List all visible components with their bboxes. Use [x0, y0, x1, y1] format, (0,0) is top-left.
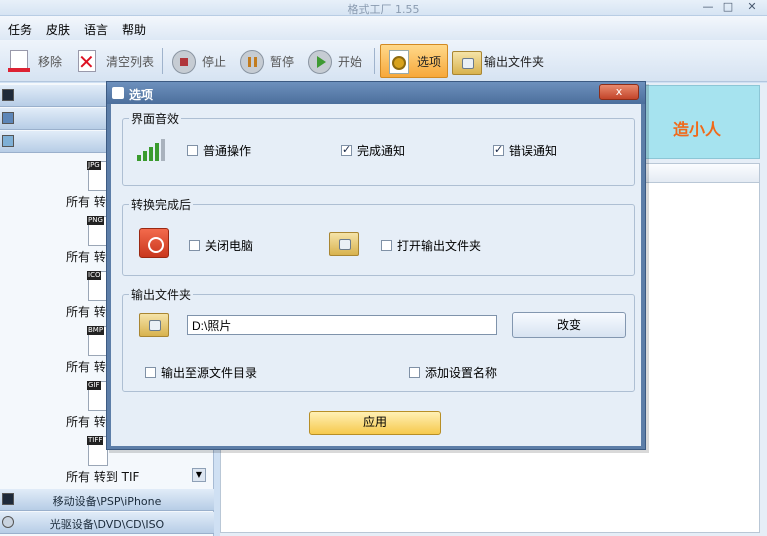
add-setting-name-label: 添加设置名称	[425, 366, 498, 380]
normal-op-label: 普通操作	[203, 144, 252, 158]
change-folder-button[interactable]: 改变	[512, 312, 626, 338]
format-label: 所有 转	[66, 250, 106, 264]
clear-list-label: 清空列表	[106, 54, 155, 69]
chevron-down-icon[interactable]: ▼	[192, 468, 206, 482]
stop-icon	[170, 46, 198, 76]
sound-group-title: 界面音效	[129, 110, 182, 127]
format-label: 所有 转到 TIF	[66, 470, 140, 484]
tiff-file-icon: TIFF	[87, 436, 108, 466]
folder-icon	[329, 232, 359, 256]
sound-group: 界面音效 普通操作 完成通知 错误通知	[122, 110, 635, 186]
output-to-source-checkbox[interactable]: 输出至源文件目录	[145, 364, 257, 381]
format-label: 所有 转	[66, 305, 106, 319]
open-folder-box[interactable]	[381, 240, 392, 251]
folder-icon	[452, 46, 482, 76]
remove-icon	[6, 46, 34, 76]
volume-icon	[137, 139, 167, 161]
dialog-body: 界面音效 普通操作 完成通知 错误通知 转换完成后 关闭电脑	[111, 104, 641, 446]
output-folder-label: 输出文件夹	[484, 54, 545, 69]
done-notify-label: 完成通知	[357, 144, 406, 158]
format-label: 所有 转	[66, 360, 106, 374]
stop-button[interactable]: 停止	[170, 44, 226, 78]
output-folder-title: 输出文件夹	[129, 286, 194, 303]
remove-button[interactable]: 移除	[6, 44, 62, 78]
done-notify-box[interactable]	[341, 143, 352, 156]
video-icon	[2, 89, 14, 101]
options-dialog: 选项 x 界面音效 普通操作 完成通知 错误通知 转换完成后	[106, 81, 646, 450]
gear-icon	[385, 46, 413, 76]
gif-file-icon: GIF	[87, 381, 108, 411]
error-notify-checkbox[interactable]: 错误通知	[493, 142, 557, 159]
open-folder-label: 打开输出文件夹	[397, 239, 482, 253]
error-notify-box[interactable]	[493, 143, 504, 156]
power-icon	[139, 228, 169, 258]
options-button[interactable]: 选项	[380, 44, 449, 78]
output-to-source-label: 输出至源文件目录	[161, 366, 258, 380]
window-title: 格式工厂 1.55	[347, 3, 420, 16]
normal-op-checkbox[interactable]: 普通操作	[187, 142, 251, 159]
pause-label: 暂停	[270, 54, 295, 69]
bmp-file-icon: BMP	[87, 326, 108, 356]
open-folder-checkbox[interactable]: 打开输出文件夹	[381, 237, 481, 254]
dialog-title: 选项	[129, 88, 154, 102]
start-icon	[306, 46, 334, 76]
music-icon	[2, 112, 14, 124]
toolbar-separator	[374, 48, 375, 74]
pause-icon	[238, 46, 266, 76]
error-notify-label: 错误通知	[509, 144, 558, 158]
stop-label: 停止	[202, 54, 227, 69]
window-titlebar: 格式工厂 1.55 — □ ✕	[0, 0, 767, 16]
format-label: 所有 转	[66, 195, 106, 209]
png-file-icon: PNG	[87, 216, 108, 246]
output-path-input[interactable]	[187, 315, 497, 335]
jpg-file-icon: JPG	[87, 161, 108, 191]
start-button[interactable]: 开始	[306, 44, 362, 78]
done-notify-checkbox[interactable]: 完成通知	[341, 142, 405, 159]
dialog-titlebar: 选项 x	[107, 82, 645, 104]
menu-task[interactable]: 任务	[8, 21, 32, 38]
shutdown-checkbox[interactable]: 关闭电脑	[189, 237, 253, 254]
minimize-button[interactable]: —	[700, 0, 716, 14]
clear-list-button[interactable]: ✕ 清空列表	[74, 44, 154, 78]
category-mobile[interactable]: 移动设备\PSP\iPhone	[0, 489, 214, 511]
output-folder-group: 输出文件夹 改变 输出至源文件目录 添加设置名称	[122, 286, 635, 392]
close-window-button[interactable]: ✕	[744, 0, 760, 14]
app-icon	[112, 87, 124, 99]
output-to-source-box[interactable]	[145, 367, 156, 378]
after-conversion-title: 转换完成后	[129, 196, 194, 213]
menu-help[interactable]: 帮助	[122, 21, 146, 38]
output-folder-button[interactable]: 输出文件夹	[452, 44, 544, 78]
clear-list-icon: ✕	[78, 50, 96, 74]
menu-language[interactable]: 语言	[84, 21, 108, 38]
start-label: 开始	[338, 54, 363, 69]
menu-bar: 任务 皮肤 语言 帮助	[0, 16, 767, 40]
folder-icon	[139, 313, 169, 337]
maximize-button[interactable]: □	[720, 0, 736, 14]
category-mobile-label: 移动设备\PSP\iPhone	[52, 495, 162, 508]
normal-op-box[interactable]	[187, 145, 198, 156]
banner-text: 造小人	[672, 120, 721, 139]
remove-label: 移除	[38, 54, 63, 69]
format-label: 所有 转	[66, 415, 106, 429]
menu-skin[interactable]: 皮肤	[46, 21, 70, 38]
toolbar-separator	[162, 48, 163, 74]
toolbar: 移除 ✕ 清空列表 停止 暂停 开始 选项 输出文件夹	[0, 40, 767, 82]
dialog-close-button[interactable]: x	[599, 84, 639, 100]
add-setting-name-checkbox[interactable]: 添加设置名称	[409, 364, 497, 381]
category-disc[interactable]: 光驱设备\DVD\CD\ISO	[0, 512, 214, 534]
image-icon	[2, 135, 14, 147]
ico-file-icon: ICO	[87, 271, 108, 301]
shutdown-label: 关闭电脑	[205, 239, 254, 253]
options-label: 选项	[417, 54, 442, 69]
shutdown-box[interactable]	[189, 240, 200, 251]
category-disc-label: 光驱设备\DVD\CD\ISO	[49, 518, 165, 531]
pause-button[interactable]: 暂停	[238, 44, 294, 78]
add-setting-name-box[interactable]	[409, 367, 420, 378]
apply-button[interactable]: 应用	[309, 411, 441, 435]
after-conversion-group: 转换完成后 关闭电脑 打开输出文件夹	[122, 196, 635, 276]
